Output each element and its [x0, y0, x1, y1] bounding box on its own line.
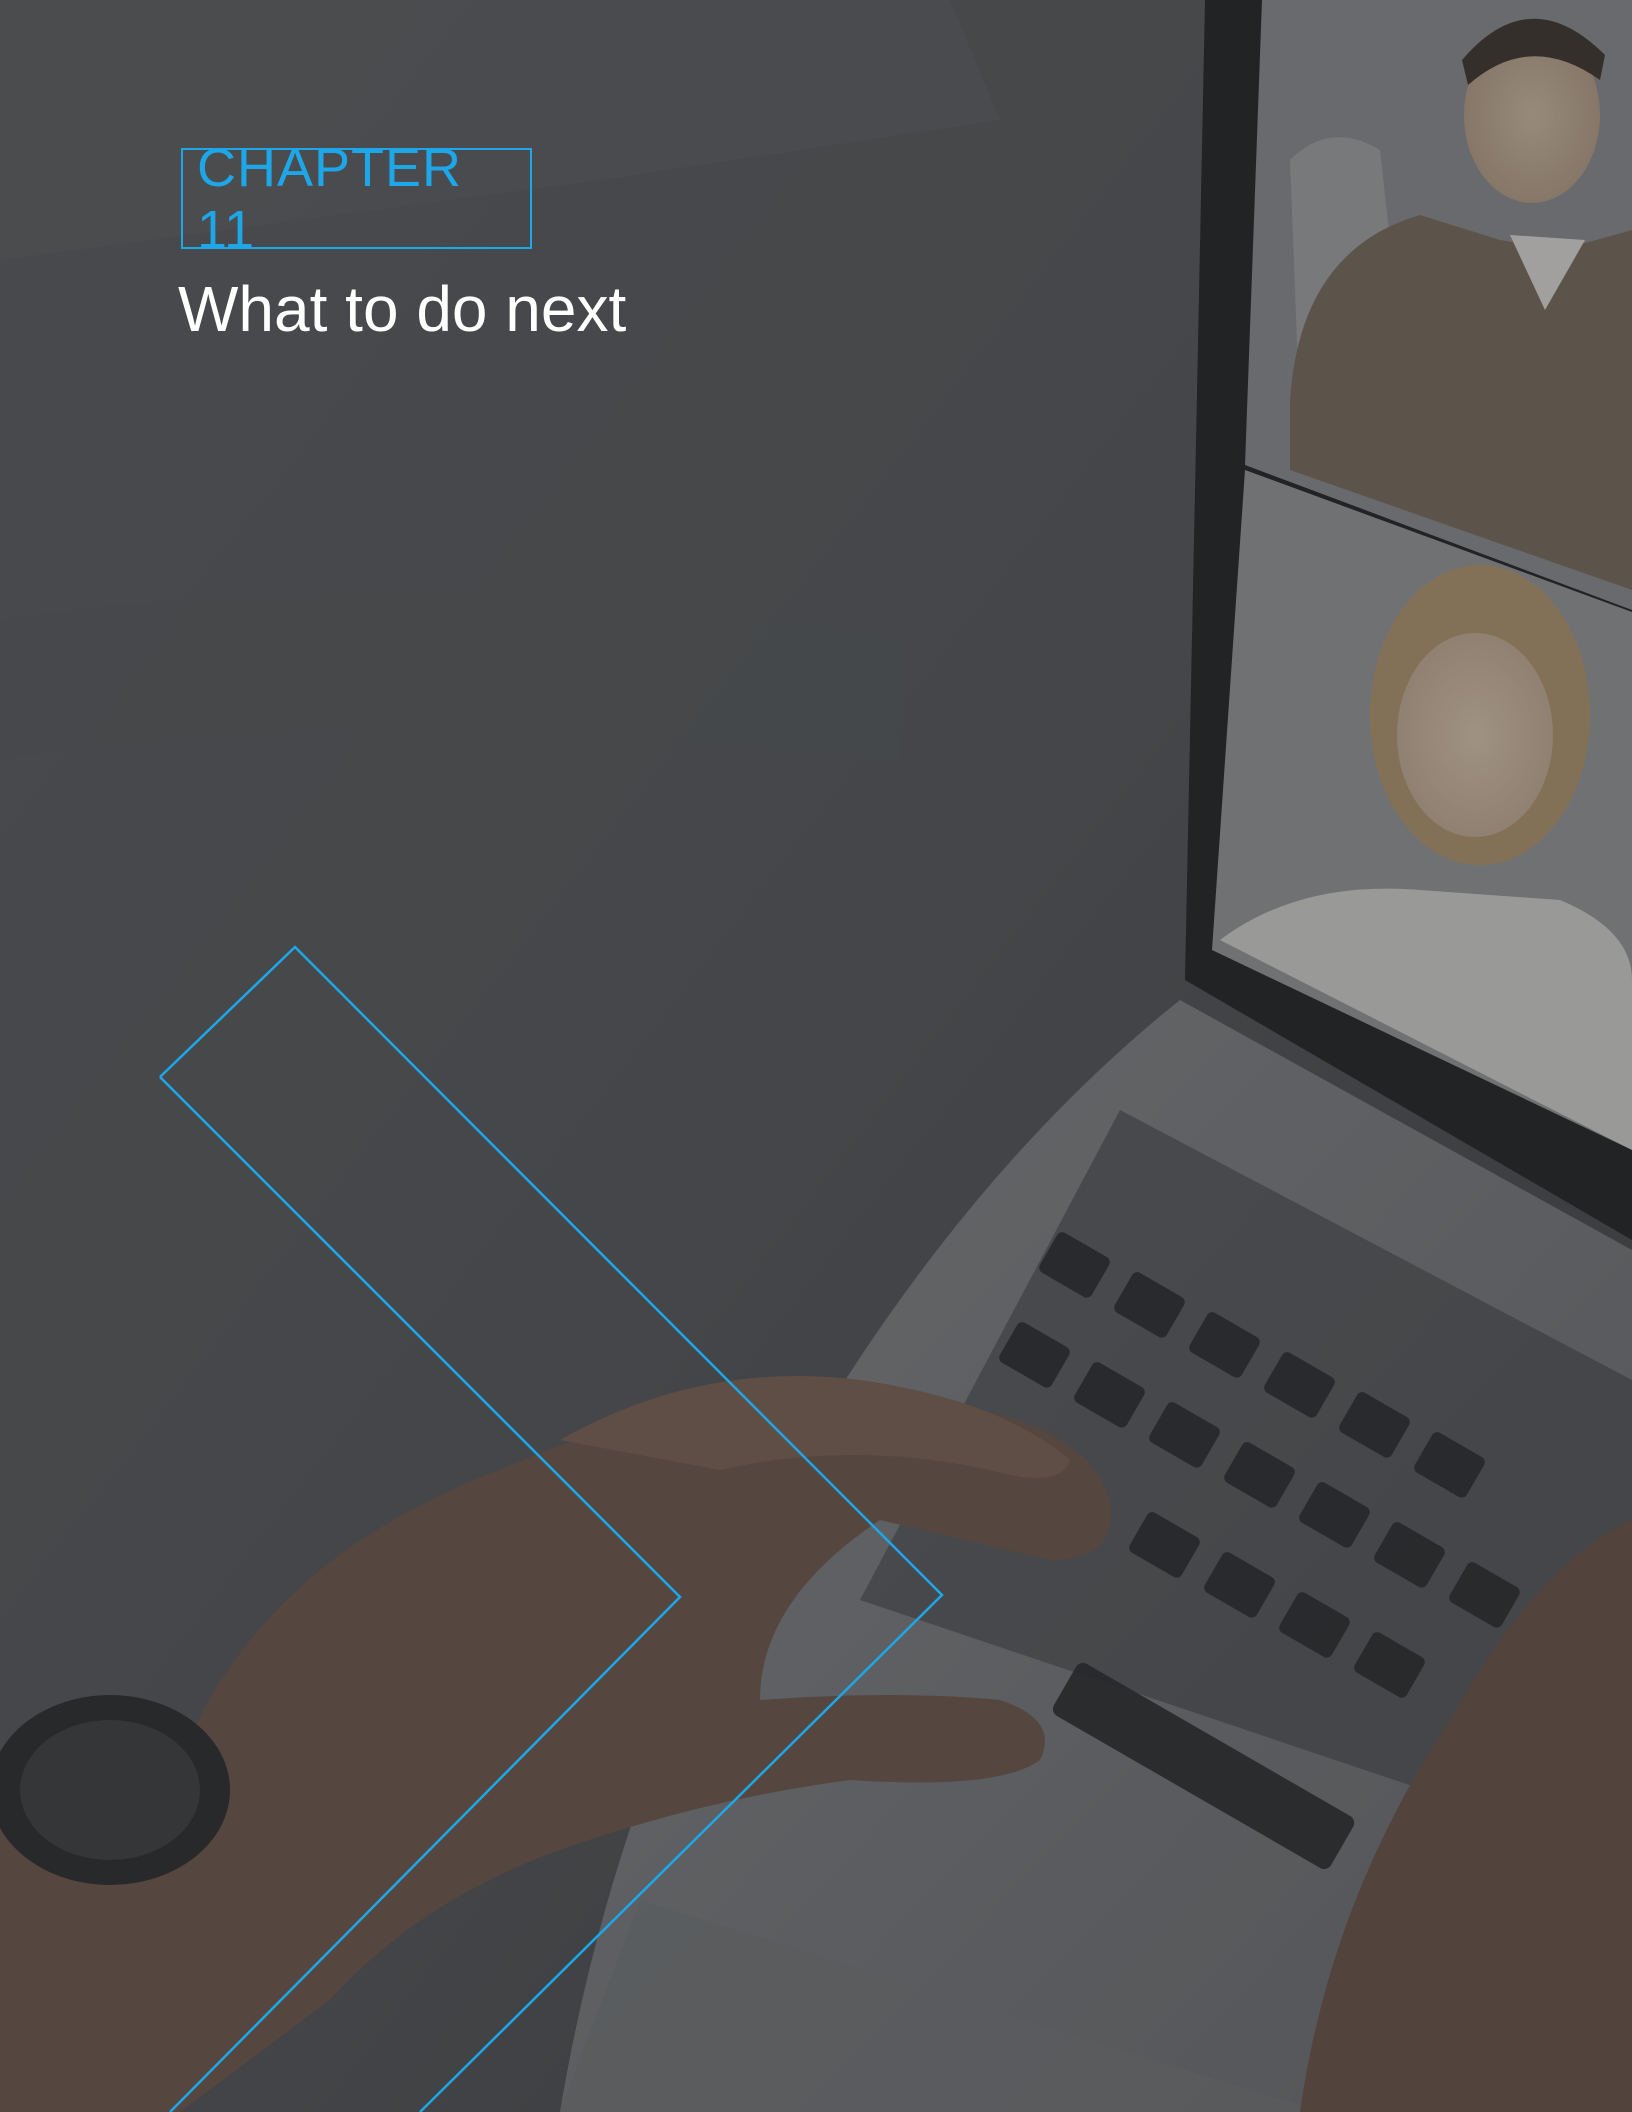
chapter-label: CHAPTER 11: [181, 138, 532, 260]
chapter-title: What to do next: [178, 273, 627, 345]
chapter-label-text: CHAPTER 11: [197, 137, 463, 260]
